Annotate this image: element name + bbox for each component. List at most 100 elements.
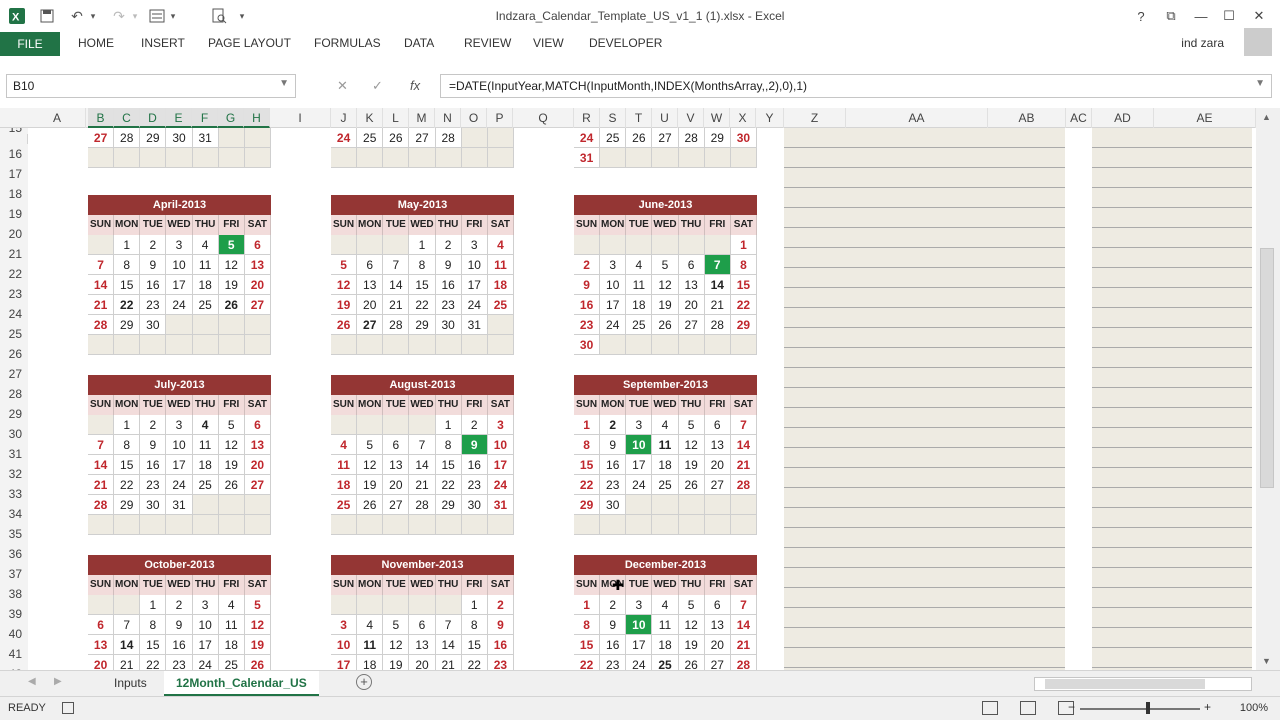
calendar-day-cell[interactable]: 29 (435, 495, 462, 515)
calendar-day-cell[interactable]: 2 (435, 235, 462, 255)
calendar-day-cell[interactable]: 21 (704, 295, 731, 315)
calendar-day-cell[interactable] (114, 515, 141, 535)
calendar-day-cell[interactable] (357, 595, 384, 615)
calendar-day-cell[interactable]: 14 (88, 455, 115, 475)
column-header-a[interactable]: A (29, 108, 86, 128)
calendar-day-cell[interactable]: 27 (704, 475, 731, 495)
calendar-day-cell[interactable]: 22 (114, 295, 141, 315)
calendar-day-cell[interactable]: 27 (652, 128, 679, 148)
calendar-day-cell[interactable]: 1 (730, 235, 757, 255)
calendar-day-cell[interactable]: 27 (88, 128, 115, 148)
user-name[interactable]: ind zara (1181, 36, 1224, 50)
calendar-day-cell[interactable]: 6 (244, 415, 271, 435)
vertical-scrollbar[interactable]: ▲ ▼ (1256, 108, 1280, 670)
calendar-day-cell[interactable]: 17 (487, 455, 514, 475)
calendar-day-cell[interactable]: 12 (678, 435, 705, 455)
column-header-ab[interactable]: AB (988, 108, 1066, 128)
calendar-day-cell[interactable] (626, 148, 653, 168)
calendar-day-cell[interactable]: 31 (461, 315, 488, 335)
calendar-day-cell[interactable] (357, 335, 384, 355)
column-header-p[interactable]: P (487, 108, 513, 128)
column-header-h[interactable]: H (244, 108, 270, 128)
column-header-x[interactable]: X (730, 108, 756, 128)
row-header-17[interactable]: 17 (0, 164, 28, 184)
calendar-day-cell[interactable]: 12 (244, 615, 271, 635)
column-header-k[interactable]: K (357, 108, 383, 128)
calendar-day-cell[interactable]: 29 (114, 315, 141, 335)
column-header-c[interactable]: C (114, 108, 140, 128)
calendar-day-cell[interactable] (88, 235, 115, 255)
tab-page-layout[interactable]: PAGE LAYOUT (208, 36, 291, 50)
calendar-day-cell[interactable]: 9 (461, 435, 488, 455)
calendar-day-cell[interactable]: 12 (218, 255, 245, 275)
column-header-d[interactable]: D (140, 108, 166, 128)
minimize-button[interactable]: — (1186, 0, 1216, 32)
calendar-day-cell[interactable]: 29 (730, 315, 757, 335)
calendar-day-cell[interactable]: 10 (192, 615, 219, 635)
calendar-day-cell[interactable]: 31 (166, 495, 193, 515)
calendar-day-cell[interactable]: 20 (244, 455, 271, 475)
calendar-day-cell[interactable] (409, 335, 436, 355)
calendar-day-cell[interactable]: 25 (652, 475, 679, 495)
calendar-day-cell[interactable] (652, 148, 679, 168)
calendar-day-cell[interactable] (383, 595, 410, 615)
row-header-25[interactable]: 25 (0, 324, 28, 344)
calendar-day-cell[interactable]: 19 (652, 295, 679, 315)
calendar-day-cell[interactable]: 7 (730, 415, 757, 435)
calendar-day-cell[interactable]: 20 (704, 635, 731, 655)
column-header-y[interactable]: Y (756, 108, 784, 128)
column-header-m[interactable]: M (409, 108, 435, 128)
calendar-day-cell[interactable]: 26 (678, 475, 705, 495)
calendar-day-cell[interactable]: 16 (487, 635, 514, 655)
calendar-day-cell[interactable]: 25 (652, 655, 679, 670)
calendar-day-cell[interactable] (487, 315, 514, 335)
calendar-day-cell[interactable]: 21 (114, 655, 141, 670)
calendar-day-cell[interactable]: 18 (192, 455, 219, 475)
column-header-aa[interactable]: AA (846, 108, 988, 128)
calendar-day-cell[interactable] (461, 148, 488, 168)
calendar-day-cell[interactable] (652, 235, 679, 255)
scroll-down-icon[interactable]: ▼ (1262, 656, 1271, 666)
calendar-day-cell[interactable]: 8 (114, 435, 141, 455)
calendar-day-cell[interactable]: 28 (435, 128, 462, 148)
row-header-22[interactable]: 22 (0, 264, 28, 284)
expand-formula-bar-icon[interactable]: ▼ (1255, 78, 1265, 89)
calendar-day-cell[interactable]: 4 (331, 435, 358, 455)
row-header-35[interactable]: 35 (0, 524, 28, 544)
calendar-day-cell[interactable]: 14 (409, 455, 436, 475)
calendar-day-cell[interactable]: 28 (678, 128, 705, 148)
calendar-day-cell[interactable] (192, 495, 219, 515)
calendar-day-cell[interactable]: 1 (574, 415, 601, 435)
calendar-day-cell[interactable]: 10 (626, 615, 653, 635)
calendar-day-cell[interactable]: 24 (487, 475, 514, 495)
calendar-day-cell[interactable]: 1 (409, 235, 436, 255)
calendar-day-cell[interactable]: 18 (331, 475, 358, 495)
calendar-day-cell[interactable]: 17 (626, 635, 653, 655)
calendar-day-cell[interactable]: 16 (461, 455, 488, 475)
row-header-26[interactable]: 26 (0, 344, 28, 364)
calendar-day-cell[interactable]: 1 (114, 235, 141, 255)
calendar-day-cell[interactable]: 21 (88, 295, 115, 315)
row-header-18[interactable]: 18 (0, 184, 28, 204)
calendar-day-cell[interactable]: 24 (626, 475, 653, 495)
calendar-day-cell[interactable]: 7 (114, 615, 141, 635)
calendar-day-cell[interactable]: 19 (218, 455, 245, 475)
calendar-day-cell[interactable]: 6 (88, 615, 115, 635)
enter-icon[interactable]: ✓ (372, 78, 383, 94)
zoom-out-icon[interactable]: − (1068, 700, 1075, 714)
calendar-day-cell[interactable] (461, 128, 488, 148)
calendar-day-cell[interactable]: 17 (600, 295, 627, 315)
calendar-day-cell[interactable]: 3 (166, 235, 193, 255)
calendar-day-cell[interactable] (192, 335, 219, 355)
calendar-day-cell[interactable]: 30 (140, 315, 167, 335)
calendar-day-cell[interactable]: 21 (88, 475, 115, 495)
calendar-day-cell[interactable]: 24 (166, 295, 193, 315)
calendar-day-cell[interactable] (166, 148, 193, 168)
calendar-day-cell[interactable]: 4 (218, 595, 245, 615)
calendar-day-cell[interactable]: 13 (244, 435, 271, 455)
calendar-day-cell[interactable]: 20 (678, 295, 705, 315)
calendar-day-cell[interactable]: 2 (166, 595, 193, 615)
row-header-20[interactable]: 20 (0, 224, 28, 244)
calendar-day-cell[interactable]: 26 (678, 655, 705, 670)
calendar-day-cell[interactable]: 29 (704, 128, 731, 148)
